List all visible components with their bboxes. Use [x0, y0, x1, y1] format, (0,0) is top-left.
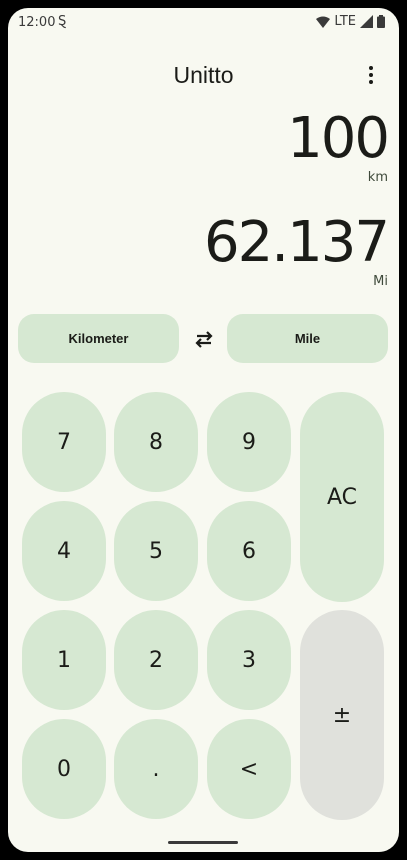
- key-2[interactable]: 2: [114, 610, 198, 710]
- key-3[interactable]: 3: [207, 610, 291, 710]
- output-value[interactable]: 62.137: [204, 210, 390, 275]
- to-unit-button[interactable]: Mile: [227, 314, 388, 363]
- app-title: Unitto: [173, 62, 234, 88]
- output-unit: Mi: [373, 274, 388, 289]
- decimal-button[interactable]: .: [114, 719, 198, 819]
- app-screen: 12:00 Ȿ LTE Unitto 100 km 62.137 Mi Kilo…: [8, 8, 399, 852]
- key-8[interactable]: 8: [114, 392, 198, 492]
- gesture-nav-handle[interactable]: [168, 841, 238, 844]
- top-app-bar: Unitto: [8, 46, 399, 102]
- network-label: LTE: [334, 14, 356, 29]
- status-bar: 12:00 Ȿ LTE: [8, 8, 399, 38]
- battery-icon: [377, 15, 385, 28]
- swap-units-icon[interactable]: [191, 326, 217, 352]
- negate-button[interactable]: ±: [300, 610, 384, 820]
- wifi-icon: [316, 16, 331, 28]
- more-options-icon[interactable]: [359, 60, 383, 90]
- key-1[interactable]: 1: [22, 610, 106, 710]
- key-6[interactable]: 6: [207, 501, 291, 601]
- sim-icon: Ȿ: [58, 14, 67, 29]
- status-time: 12:00: [18, 15, 56, 30]
- key-5[interactable]: 5: [114, 501, 198, 601]
- backspace-button[interactable]: <: [207, 719, 291, 819]
- key-0[interactable]: 0: [22, 719, 106, 819]
- signal-icon: [360, 15, 373, 28]
- input-value[interactable]: 100: [287, 106, 390, 171]
- key-9[interactable]: 9: [207, 392, 291, 492]
- status-right: LTE: [316, 14, 385, 29]
- from-unit-button[interactable]: Kilometer: [18, 314, 179, 363]
- all-clear-button[interactable]: AC: [300, 392, 384, 602]
- key-7[interactable]: 7: [22, 392, 106, 492]
- input-unit: km: [367, 170, 388, 185]
- key-4[interactable]: 4: [22, 501, 106, 601]
